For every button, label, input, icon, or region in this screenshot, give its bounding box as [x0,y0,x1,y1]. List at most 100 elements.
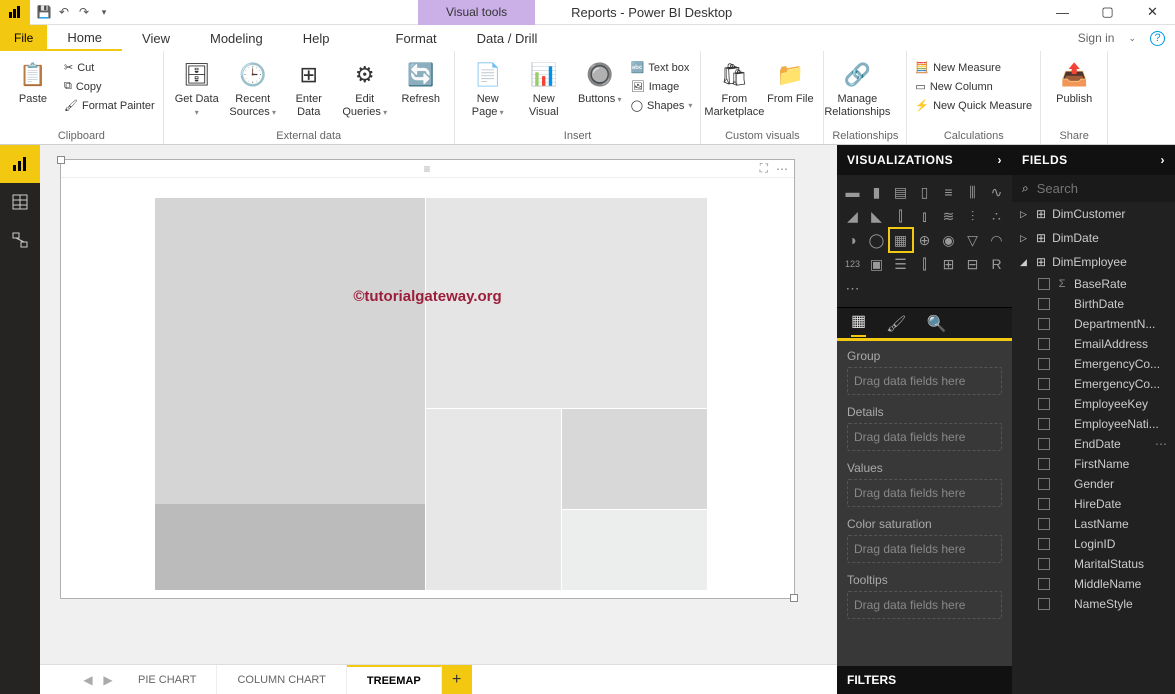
format-tab-icon[interactable]: 🖌 [886,314,906,334]
viz-multi-card-icon[interactable]: ▣ [866,253,888,275]
chevron-down-icon[interactable]: ⌄ [1128,33,1136,44]
tab-help[interactable]: Help [283,25,350,51]
checkbox-icon[interactable] [1038,418,1050,430]
add-page-button[interactable]: + [442,665,472,694]
textbox-button[interactable]: 🔤 Text box [631,59,693,76]
field-item[interactable]: NameStyle [1012,594,1175,614]
field-table[interactable]: ◢⊞DimEmployee [1012,250,1175,274]
publish-button[interactable]: 📤Publish [1049,55,1099,106]
image-button[interactable]: 🖼 Image [631,78,693,95]
refresh-button[interactable]: 🔄Refresh [396,55,446,106]
well-dropzone[interactable]: Drag data fields here [847,591,1002,619]
checkbox-icon[interactable] [1038,378,1050,390]
viz-area-icon[interactable]: ◢ [842,205,864,227]
treemap-cell[interactable] [426,409,561,590]
checkbox-icon[interactable] [1038,478,1050,490]
field-item[interactable]: LoginID [1012,534,1175,554]
viz-funnel-icon[interactable]: ▽ [962,229,984,251]
tab-data-drill[interactable]: Data / Drill [457,25,558,51]
field-item[interactable]: EmployeeKey [1012,394,1175,414]
field-item[interactable]: EmailAddress [1012,334,1175,354]
save-icon[interactable]: 💾 [36,4,52,20]
viz-map-icon[interactable]: ⊕ [914,229,936,251]
buttons-button[interactable]: 🔘Buttons [575,55,625,106]
new-measure-button[interactable]: 🧮 New Measure [915,59,1032,76]
focus-mode-icon[interactable]: ⛶ [760,161,768,176]
field-item[interactable]: MiddleName [1012,574,1175,594]
viz-kpi-icon[interactable]: ☰ [890,253,912,275]
field-item[interactable]: EmergencyCo... [1012,374,1175,394]
field-item[interactable]: LastName [1012,514,1175,534]
well-dropzone[interactable]: Drag data fields here [847,367,1002,395]
page-tab-columnchart[interactable]: COLUMN CHART [217,665,346,694]
drag-grip-icon[interactable]: ≡ [423,162,431,176]
viz-stacked-column-icon[interactable]: ▮ [866,181,888,203]
checkbox-icon[interactable] [1038,518,1050,530]
tab-format[interactable]: Format [376,25,457,51]
viz-donut-icon[interactable]: ◯ [866,229,888,251]
field-item[interactable]: MaritalStatus [1012,554,1175,574]
viz-100-column-icon[interactable]: ⫼ [962,181,984,203]
paste-button[interactable]: 📋Paste [8,55,58,106]
sign-in-link[interactable]: Sign in [1078,31,1115,45]
checkbox-icon[interactable] [1038,318,1050,330]
viz-100-bar-icon[interactable]: ≡ [938,181,960,203]
more-options-icon[interactable]: ⋯ [776,162,788,176]
viz-card-icon[interactable]: 123 [842,253,864,275]
viz-filled-map-icon[interactable]: ◉ [938,229,960,251]
data-view-icon[interactable] [0,183,40,221]
copy-button[interactable]: ⧉ Copy [64,78,155,95]
viz-table-icon[interactable]: ⊞ [938,253,960,275]
viz-scatter-icon[interactable]: ∴ [986,205,1008,227]
shapes-button[interactable]: ◯ Shapes [631,97,693,114]
field-item[interactable]: DepartmentN... [1012,314,1175,334]
visualizations-header[interactable]: VISUALIZATIONS› [837,145,1012,175]
tab-view[interactable]: View [122,25,190,51]
checkbox-icon[interactable] [1038,458,1050,470]
treemap-cell[interactable] [562,409,707,509]
page-tab-piechart[interactable]: PIE CHART [118,665,217,694]
model-view-icon[interactable] [0,221,40,259]
checkbox-icon[interactable] [1038,598,1050,610]
viz-line-clustered-icon[interactable]: ⫾ [914,205,936,227]
checkbox-icon[interactable] [1038,278,1050,290]
page-tab-treemap[interactable]: TREEMAP [347,665,442,694]
field-item[interactable]: EmployeeNati... [1012,414,1175,434]
field-item[interactable]: EmergencyCo... [1012,354,1175,374]
filters-header[interactable]: FILTERS [837,666,1012,694]
viz-r-script-icon[interactable]: R [986,253,1008,275]
maximize-button[interactable]: ▢ [1085,0,1130,25]
field-item[interactable]: Gender [1012,474,1175,494]
field-item[interactable]: ΣBaseRate [1012,274,1175,294]
field-item[interactable]: FirstName [1012,454,1175,474]
close-button[interactable]: ✕ [1130,0,1175,25]
field-item[interactable]: EndDate⋯ [1012,434,1175,454]
field-table[interactable]: ▷⊞DimDate [1012,226,1175,250]
new-page-button[interactable]: 📄New Page [463,55,513,119]
checkbox-icon[interactable] [1038,438,1050,450]
new-quick-measure-button[interactable]: ⚡ New Quick Measure [915,97,1032,114]
well-dropzone[interactable]: Drag data fields here [847,423,1002,451]
page-next-icon[interactable]: ▶ [98,665,118,694]
well-dropzone[interactable]: Drag data fields here [847,479,1002,507]
from-marketplace-button[interactable]: 🛍From Marketplace [709,55,759,119]
file-menu[interactable]: File [0,25,47,51]
cut-button[interactable]: ✂ Cut [64,59,155,76]
new-column-button[interactable]: ▭ New Column [915,78,1032,95]
viz-line-icon[interactable]: ∿ [986,181,1008,203]
undo-icon[interactable]: ↶ [56,4,72,20]
viz-clustered-column-icon[interactable]: ▯ [914,181,936,203]
recent-sources-button[interactable]: 🕒Recent Sources [228,55,278,119]
viz-waterfall-icon[interactable]: ⫶ [962,205,984,227]
checkbox-icon[interactable] [1038,538,1050,550]
format-painter-button[interactable]: 🖌 Format Painter [64,97,155,114]
report-view-icon[interactable] [0,145,40,183]
checkbox-icon[interactable] [1038,498,1050,510]
well-dropzone[interactable]: Drag data fields here [847,535,1002,563]
checkbox-icon[interactable] [1038,338,1050,350]
field-item[interactable]: BirthDate [1012,294,1175,314]
manage-relationships-button[interactable]: 🔗Manage Relationships [832,55,882,119]
viz-clustered-bar-icon[interactable]: ▤ [890,181,912,203]
analytics-tab-icon[interactable]: 🔍 [926,314,946,334]
checkbox-icon[interactable] [1038,578,1050,590]
